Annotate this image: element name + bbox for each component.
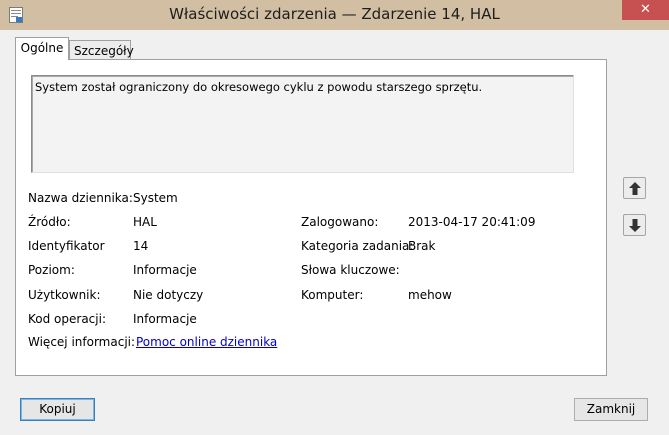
arrow-up-icon xyxy=(629,182,641,195)
user-value: Nie dotyczy xyxy=(133,288,204,302)
level-label: Poziom: xyxy=(28,263,75,277)
next-event-button[interactable] xyxy=(623,214,646,236)
event-description[interactable]: System został ograniczony do okresowego … xyxy=(31,75,574,173)
logged-label: Zalogowano: xyxy=(301,215,379,229)
source-label: Źródło: xyxy=(28,215,71,229)
close-button[interactable]: Zamknij xyxy=(574,398,648,421)
tab-general[interactable]: Ogólne xyxy=(15,37,69,60)
event-id-label: Identyfikator xyxy=(28,239,105,253)
tab-details[interactable]: Szczegóły xyxy=(69,40,134,60)
task-category-label: Kategoria zadania: xyxy=(301,239,414,253)
arrow-down-icon xyxy=(629,219,641,232)
online-help-link[interactable]: Pomoc online dziennika xyxy=(136,335,277,349)
copy-button[interactable]: Kopiuj xyxy=(20,398,95,421)
opcode-label: Kod operacji: xyxy=(28,312,106,326)
level-value: Informacje xyxy=(133,263,197,277)
title-bar: Właściwości zdarzenia — Zdarzenie 14, HA… xyxy=(0,0,669,30)
log-name-label: Nazwa dziennika: xyxy=(28,191,133,205)
window-title: Właściwości zdarzenia — Zdarzenie 14, HA… xyxy=(169,5,500,23)
user-label: Użytkownik: xyxy=(28,288,101,302)
close-window-button[interactable]: ✕ xyxy=(622,0,669,20)
source-value: HAL xyxy=(133,215,157,229)
logged-value: 2013-04-17 20:41:09 xyxy=(408,215,536,229)
event-id-value: 14 xyxy=(133,239,149,253)
previous-event-button[interactable] xyxy=(623,177,646,199)
more-info-label: Więcej informacji: xyxy=(28,335,136,349)
computer-value: mehow xyxy=(408,288,452,302)
keywords-label: Słowa kluczowe: xyxy=(301,263,400,277)
log-name-value: System xyxy=(133,191,178,205)
computer-label: Komputer: xyxy=(301,288,364,302)
opcode-value: Informacje xyxy=(133,312,197,326)
task-category-value: Brak xyxy=(408,239,436,253)
